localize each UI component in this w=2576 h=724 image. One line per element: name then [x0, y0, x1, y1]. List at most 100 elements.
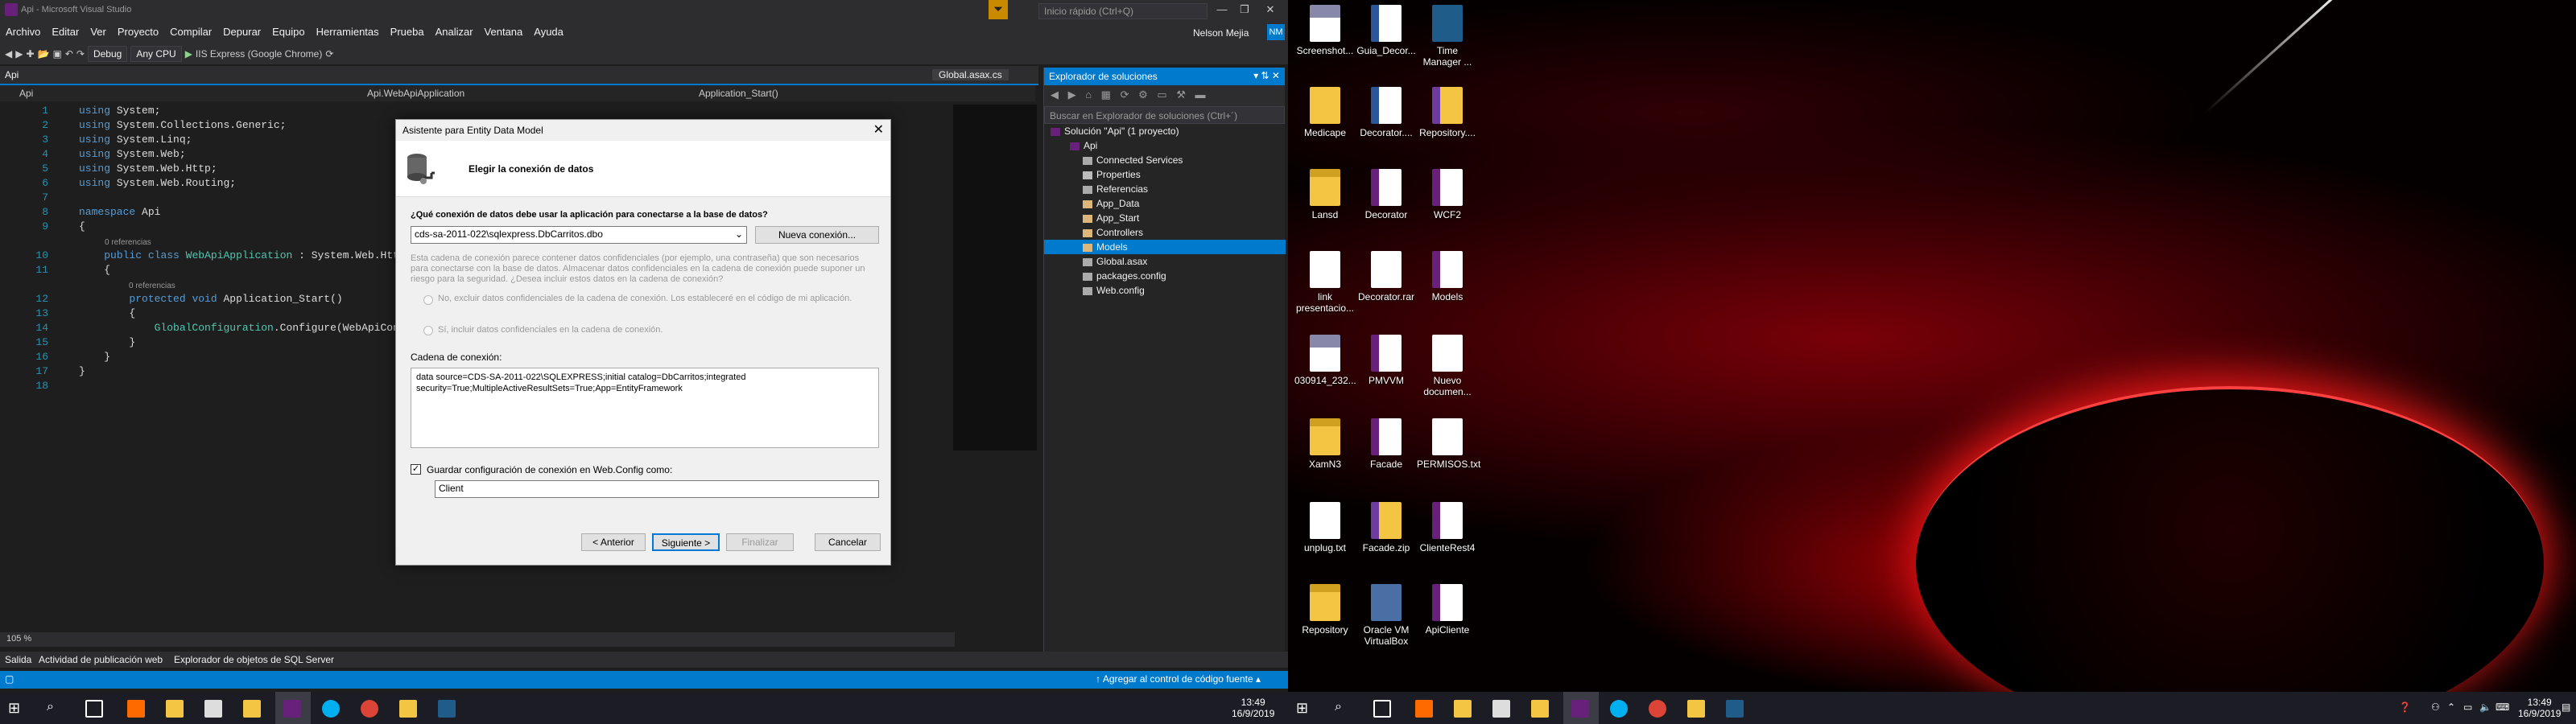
- maximize-icon[interactable]: ❐: [1235, 0, 1254, 19]
- menu-editar[interactable]: Editar: [46, 26, 85, 38]
- desktop-icon[interactable]: Repository: [1294, 584, 1356, 636]
- back-button[interactable]: < Anterior: [581, 533, 646, 551]
- run-icon[interactable]: ▶: [185, 48, 192, 60]
- task-view-icon[interactable]: [1373, 700, 1391, 718]
- tree-item[interactable]: Controllers: [1044, 225, 1286, 240]
- desktop-icon[interactable]: Medicape: [1294, 87, 1356, 138]
- nav-project[interactable]: Api: [19, 88, 33, 99]
- visual-studio-taskbar-icon[interactable]: [283, 700, 301, 718]
- desktop-icon[interactable]: Screenshot...: [1294, 5, 1356, 56]
- skype-icon[interactable]: [1610, 700, 1628, 718]
- minimize-icon[interactable]: —: [1212, 0, 1232, 19]
- code-line[interactable]: protected void Application_Start(): [79, 293, 342, 305]
- desktop-icon[interactable]: Facade: [1356, 418, 1417, 470]
- nav-member[interactable]: Application_Start(): [699, 88, 778, 99]
- desktop-icon[interactable]: unplug.txt: [1294, 502, 1356, 553]
- code-lens-references[interactable]: 0 referencias: [105, 238, 151, 247]
- save-icon[interactable]: ▣: [52, 48, 61, 60]
- desktop-icon[interactable]: Decorator: [1356, 169, 1417, 220]
- minimap[interactable]: [953, 105, 1037, 450]
- mail-icon[interactable]: [1492, 700, 1510, 718]
- taskbar-clock-left[interactable]: 13:49 16/9/2019: [1232, 697, 1274, 719]
- help-icon[interactable]: ❓: [2399, 701, 2411, 713]
- menu-equipo[interactable]: Equipo: [266, 26, 310, 38]
- search-icon[interactable]: ⌕: [1335, 700, 1352, 718]
- desktop-icon[interactable]: Repository....: [1417, 87, 1478, 138]
- quick-launch-input[interactable]: Inicio rápido (Ctrl+Q): [1038, 3, 1208, 19]
- store-icon[interactable]: [243, 700, 261, 718]
- chrome-icon[interactable]: [361, 700, 378, 718]
- menu-depurar[interactable]: Depurar: [217, 26, 266, 38]
- code-line[interactable]: {: [79, 264, 110, 276]
- configuration-select[interactable]: Debug: [87, 46, 128, 62]
- radio-include-sensitive[interactable]: [423, 326, 433, 335]
- tab-output[interactable]: Salida: [5, 654, 31, 665]
- tree-item[interactable]: Referencias: [1044, 182, 1286, 196]
- chrome-icon[interactable]: [1649, 700, 1666, 718]
- start-icon[interactable]: ⊞: [1296, 700, 1314, 718]
- tray-chevron-icon[interactable]: ⌃: [2447, 701, 2455, 713]
- next-button[interactable]: Siguiente >: [652, 533, 720, 551]
- tab-global-asax-cs[interactable]: Global.asax.cs: [932, 69, 1009, 80]
- desktop-icon[interactable]: Guia_Decor...: [1356, 5, 1417, 56]
- open-icon[interactable]: 📂: [38, 48, 50, 60]
- menu-compilar[interactable]: Compilar: [164, 26, 217, 38]
- code-line[interactable]: using System.Web;: [79, 148, 186, 160]
- desktop-icon[interactable]: XamN3: [1294, 418, 1356, 470]
- filter-icon[interactable]: ⏷: [989, 0, 1008, 19]
- code-line[interactable]: {: [79, 220, 85, 232]
- desktop-icon[interactable]: Decorator.rar: [1356, 251, 1417, 302]
- tree-item[interactable]: Api: [1044, 138, 1286, 153]
- menu-proyecto[interactable]: Proyecto: [112, 26, 164, 38]
- desktop-icon[interactable]: Oracle VM VirtualBox: [1356, 584, 1417, 647]
- app-icon-orange[interactable]: [1415, 700, 1433, 718]
- tree-item[interactable]: Connected Services: [1044, 153, 1286, 167]
- connection-name-input[interactable]: Client: [435, 480, 879, 498]
- code-line[interactable]: using System.Collections.Generic;: [79, 119, 286, 131]
- code-line[interactable]: GlobalConfiguration.Configure(WebApiConf: [79, 322, 406, 334]
- menu-archivo[interactable]: Archivo: [0, 26, 46, 38]
- code-line[interactable]: namespace Api: [79, 206, 160, 218]
- code-line[interactable]: using System.Linq;: [79, 134, 192, 146]
- save-config-checkbox[interactable]: ✓: [411, 464, 421, 475]
- user-name[interactable]: Nelson Mejia: [1193, 27, 1249, 39]
- code-line[interactable]: }: [79, 351, 110, 363]
- connection-select[interactable]: cds-sa-2011-022\sqlexpress.DbCarritos.db…: [411, 226, 747, 244]
- tree-item[interactable]: packages.config: [1044, 269, 1286, 283]
- run-button[interactable]: IIS Express (Google Chrome): [196, 48, 322, 60]
- app-icon-orange[interactable]: [127, 700, 145, 718]
- tree-item[interactable]: Properties: [1044, 167, 1286, 182]
- task-view-icon[interactable]: [85, 700, 103, 718]
- redo-icon[interactable]: ↷: [76, 48, 85, 60]
- desktop-icon[interactable]: PMVVM: [1356, 335, 1417, 386]
- pane-controls[interactable]: ▾ ⇅ ✕: [1253, 70, 1280, 81]
- start-icon[interactable]: ⊞: [8, 700, 26, 718]
- menu-ayuda[interactable]: Ayuda: [528, 26, 569, 38]
- undo-icon[interactable]: ↶: [65, 48, 73, 60]
- tab-sql-explorer[interactable]: Explorador de objetos de SQL Server: [174, 654, 334, 665]
- zoom-level[interactable]: 105 %: [6, 634, 31, 644]
- mail-icon[interactable]: [204, 700, 222, 718]
- tree-item[interactable]: Solución "Api" (1 proyecto): [1044, 124, 1286, 138]
- notifications-icon[interactable]: ▤: [2562, 701, 2570, 713]
- desktop-icon[interactable]: Lansd: [1294, 169, 1356, 220]
- menu-ver[interactable]: Ver: [85, 26, 112, 38]
- code-line[interactable]: }: [79, 365, 85, 377]
- menu-ventana[interactable]: Ventana: [479, 26, 529, 38]
- refresh-icon[interactable]: ⟳: [325, 48, 333, 60]
- search-icon[interactable]: ⌕: [47, 700, 64, 718]
- user-avatar[interactable]: NM: [1267, 24, 1285, 40]
- new-connection-button[interactable]: Nueva conexión...: [755, 226, 879, 244]
- source-control-button[interactable]: ↑ Agregar al control de código fuente ▴: [1096, 673, 1261, 685]
- taskbar-clock-right[interactable]: 13:49 16/9/2019: [2518, 697, 2561, 719]
- desktop-icon[interactable]: Models: [1417, 251, 1478, 302]
- file-explorer-icon[interactable]: [1454, 700, 1472, 718]
- close-icon[interactable]: ✕: [1261, 0, 1280, 19]
- code-line[interactable]: public class WebApiApplication : System.…: [79, 249, 406, 261]
- platform-select[interactable]: Any CPU: [130, 46, 182, 62]
- tree-item[interactable]: Models: [1044, 240, 1286, 254]
- new-project-icon[interactable]: ✚: [26, 48, 34, 60]
- app-icon-blue[interactable]: [438, 700, 456, 718]
- nav-class[interactable]: Api.WebApiApplication: [367, 88, 464, 99]
- desktop-icon[interactable]: WCF2: [1417, 169, 1478, 220]
